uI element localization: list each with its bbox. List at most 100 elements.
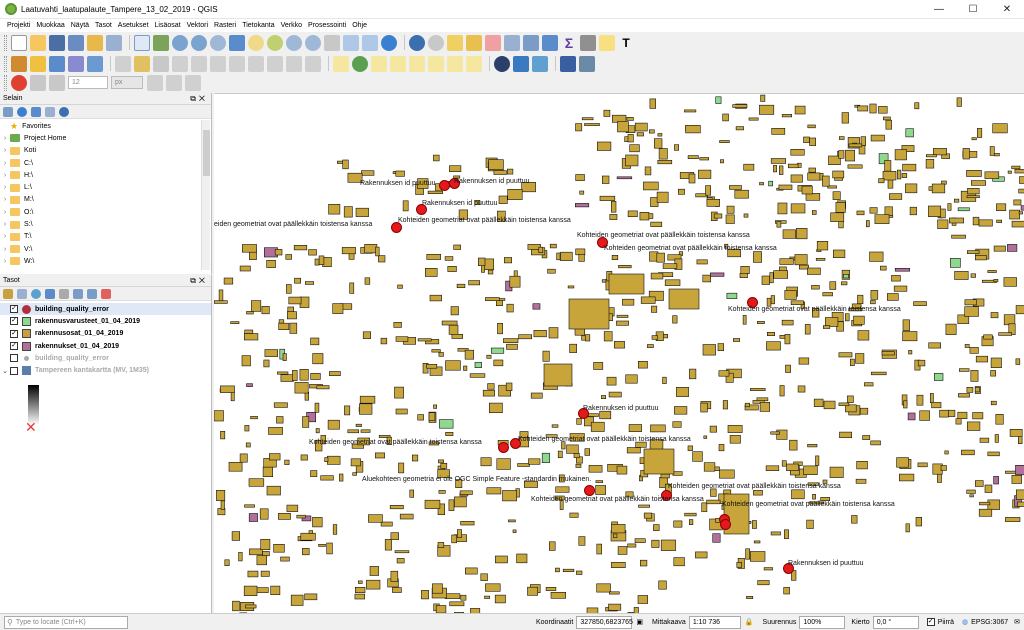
select-features-icon[interactable]: [447, 34, 463, 51]
paste-features-icon[interactable]: [267, 55, 283, 72]
add-database-layer-icon[interactable]: [87, 55, 103, 72]
show-bookmarks-icon[interactable]: [362, 34, 378, 51]
error-point[interactable]: [584, 485, 595, 496]
add-group-icon[interactable]: [17, 288, 27, 299]
expand-arrow-icon[interactable]: ›: [0, 233, 10, 240]
menu-ohje[interactable]: Ohje: [349, 22, 370, 29]
plugin-globe-icon[interactable]: [494, 55, 510, 72]
browser-item-project-home[interactable]: › Project Home: [0, 132, 200, 144]
snapping-magnet-icon[interactable]: [11, 74, 27, 91]
menu-tietokanta[interactable]: Tietokanta: [239, 22, 277, 29]
toggle-extents-icon[interactable]: ▣: [636, 618, 643, 626]
browser-item-drive-t[interactable]: › T:\: [0, 231, 200, 243]
collapse-all-icon[interactable]: [45, 106, 55, 117]
deselect-icon[interactable]: [485, 34, 501, 51]
browser-item-drive-w[interactable]: › W:\: [0, 255, 200, 267]
diagram-tool-icon[interactable]: [352, 55, 368, 72]
expand-arrow-icon[interactable]: ›: [0, 172, 10, 179]
pin-labels-icon[interactable]: [371, 55, 387, 72]
expand-all-icon[interactable]: [73, 288, 83, 299]
messages-icon[interactable]: ✉: [1014, 618, 1020, 626]
remove-layer-icon[interactable]: [101, 288, 111, 299]
coordinate-field[interactable]: 327850,6823765: [576, 615, 633, 629]
undo-icon[interactable]: [286, 55, 302, 72]
snap-units-select[interactable]: px: [111, 76, 143, 89]
toolbar-grip[interactable]: [4, 74, 7, 91]
collapse-all-icon[interactable]: [87, 288, 97, 299]
topological-editing-icon[interactable]: [147, 74, 163, 91]
scrollbar-thumb[interactable]: [203, 130, 210, 176]
python-console-icon[interactable]: [513, 55, 529, 72]
menu-lisaosat[interactable]: Lisäosat: [152, 22, 184, 29]
new-project-icon[interactable]: [11, 34, 27, 51]
label-tool-icon[interactable]: [333, 55, 349, 72]
add-vector-layer-icon[interactable]: [49, 55, 65, 72]
snap-layers-icon[interactable]: [30, 74, 46, 91]
browser-item-drive-l[interactable]: › L:\: [0, 181, 200, 193]
add-feature-icon[interactable]: [172, 55, 188, 72]
show-hide-labels-icon[interactable]: [390, 55, 406, 72]
new-map-view-icon[interactable]: [324, 34, 340, 51]
add-raster-layer-icon[interactable]: [68, 55, 84, 72]
error-point[interactable]: [720, 519, 731, 530]
pan-to-selection-icon[interactable]: [153, 34, 169, 51]
rotation-field[interactable]: 0,0 °: [872, 615, 919, 629]
current-edits-icon[interactable]: [115, 55, 131, 72]
menu-vektori[interactable]: Vektori: [184, 22, 211, 29]
pan-icon[interactable]: [134, 34, 150, 51]
sum-icon[interactable]: Σ: [561, 35, 577, 51]
rotate-label-icon[interactable]: [428, 55, 444, 72]
menu-prosessointi[interactable]: Prosessointi: [305, 22, 349, 29]
menu-asetukset[interactable]: Asetukset: [115, 22, 152, 29]
zoom-in-icon[interactable]: [172, 34, 188, 51]
menu-muokkaa[interactable]: Muokkaa: [33, 22, 67, 29]
toggle-editing-icon[interactable]: [134, 55, 150, 72]
expand-arrow-icon[interactable]: ⌄: [0, 367, 10, 375]
toolbar-grip[interactable]: [4, 55, 7, 72]
print-layout-icon[interactable]: [87, 34, 103, 51]
layer-visibility-checkbox[interactable]: ✓: [10, 317, 18, 326]
expand-arrow-icon[interactable]: ›: [0, 135, 10, 142]
menu-verkko[interactable]: Verkko: [278, 22, 305, 29]
layer-visibility-checkbox[interactable]: ✓: [10, 305, 18, 314]
help-icon[interactable]: [560, 55, 576, 72]
toolbox-gear-icon[interactable]: [542, 34, 558, 51]
browser-item-drive-s[interactable]: › S:\: [0, 218, 200, 230]
layer-row-building-quality-error[interactable]: ✓ building_quality_error: [0, 303, 211, 316]
scale-field[interactable]: 1:10 736: [688, 615, 741, 629]
toolbar-grip[interactable]: [4, 34, 7, 51]
minimize-button[interactable]: —: [922, 0, 956, 19]
browser-item-drive-o[interactable]: › O:\: [0, 206, 200, 218]
menu-projekti[interactable]: Projekti: [4, 22, 33, 29]
lock-scale-icon[interactable]: 🔒: [745, 618, 754, 626]
browser-item-drive-h[interactable]: › H:\: [0, 169, 200, 181]
layer-visibility-checkbox[interactable]: ✓: [10, 342, 18, 351]
layer-visibility-checkbox[interactable]: [10, 366, 18, 375]
save-as-icon[interactable]: [68, 34, 84, 51]
menu-nayta[interactable]: Näytä: [68, 22, 92, 29]
field-calculator-icon[interactable]: [523, 34, 539, 51]
change-label-icon[interactable]: [447, 55, 463, 72]
snap-vertex-icon[interactable]: [49, 74, 65, 91]
add-selected-layers-icon[interactable]: [3, 106, 13, 117]
select-by-value-icon[interactable]: [466, 34, 482, 51]
browser-item-koti[interactable]: › Koti: [0, 145, 200, 157]
browser-item-drive-m[interactable]: › M:\: [0, 194, 200, 206]
snap-intersection-icon[interactable]: [185, 74, 201, 91]
properties-info-icon[interactable]: [59, 106, 69, 117]
close-button[interactable]: ✕: [990, 0, 1024, 19]
data-source-manager-icon[interactable]: [11, 55, 27, 72]
map-canvas[interactable]: Rakennuksen id puuttuu Rakennuksen id pu…: [214, 93, 1024, 613]
expand-arrow-icon[interactable]: ›: [0, 160, 10, 167]
zoom-layer-icon[interactable]: [267, 34, 283, 51]
zoom-out-icon[interactable]: [191, 34, 207, 51]
cut-features-icon[interactable]: [229, 55, 245, 72]
expand-arrow-icon[interactable]: ›: [0, 246, 10, 253]
run-action-icon[interactable]: [428, 34, 444, 51]
filter-icon[interactable]: [31, 106, 41, 117]
attribute-table-icon[interactable]: [504, 34, 520, 51]
menu-rasteri[interactable]: Rasteri: [211, 22, 239, 29]
layer-row-kantakartta[interactable]: ⌄ Tampereen kantakartta (MV, 1M35): [0, 364, 211, 376]
refresh-icon[interactable]: [381, 34, 397, 51]
menu-tasot[interactable]: Tasot: [92, 22, 115, 29]
